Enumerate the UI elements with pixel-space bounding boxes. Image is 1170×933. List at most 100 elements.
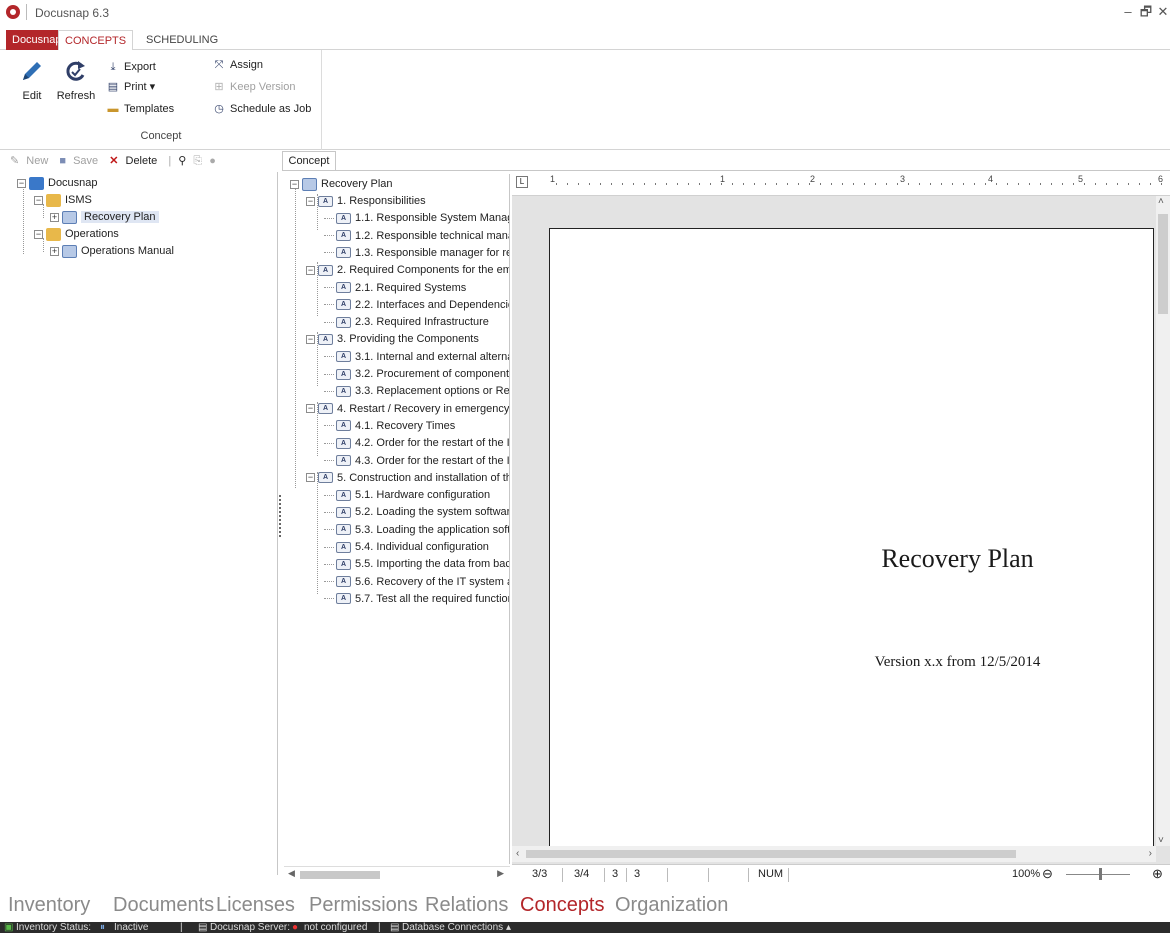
outline-root[interactable]: − Recovery Plan (290, 176, 393, 193)
assign-button[interactable]: ⤧ Assign (212, 56, 263, 74)
outline-horizontal-scrollbar[interactable]: ◀ ▶ (284, 866, 510, 882)
minimize-button[interactable]: – (1120, 4, 1136, 20)
refresh-button[interactable]: Refresh (56, 58, 96, 106)
section-text-icon: A (336, 230, 351, 242)
module-relations[interactable]: Relations (425, 894, 508, 917)
outline-subsection[interactable]: A 5.2. Loading the system software (324, 504, 509, 521)
edit-button[interactable]: Edit (12, 58, 52, 106)
find-doc-icon[interactable]: ⎘ (193, 155, 202, 167)
outline-subsection[interactable]: A 2.2. Interfaces and Dependencies (324, 297, 509, 314)
outline-subsection[interactable]: A 3.1. Internal and external alternativ (324, 349, 509, 366)
scroll-up-icon[interactable]: ˄ (1158, 196, 1164, 207)
inventory-status-value[interactable]: Inactive (114, 922, 148, 933)
tree-node-operations[interactable]: − Operations (34, 226, 119, 243)
scroll-right-icon[interactable]: › (1149, 848, 1152, 859)
scroll-down-icon[interactable]: ˅ (1158, 835, 1164, 846)
close-button[interactable]: ✕ (1155, 4, 1170, 20)
module-concepts[interactable]: Concepts (520, 894, 605, 917)
tree-node-operations-manual[interactable]: + Operations Manual (50, 243, 174, 260)
collapse-toggle[interactable]: − (34, 229, 43, 239)
outline-subsection[interactable]: A 5.5. Importing the data from backup (324, 556, 509, 573)
tree-node-recovery-plan[interactable]: + Recovery Plan (50, 209, 159, 226)
outline-subsection[interactable]: A 3.2. Procurement of components fo (324, 366, 509, 383)
document-horizontal-scrollbar[interactable]: ‹ › (512, 846, 1156, 862)
outline-subsection[interactable]: A 1.3. Responsible manager for reco (324, 245, 509, 262)
outline-subsection[interactable]: A 1.2. Responsible technical manage (324, 228, 509, 245)
restore-button[interactable]: 🗗 (1138, 4, 1154, 20)
keep-version-button[interactable]: ⊞ Keep Version (212, 78, 295, 96)
module-organization[interactable]: Organization (615, 894, 728, 917)
tree-node-isms[interactable]: − ISMS (34, 192, 92, 209)
delete-button[interactable]: ✕ Delete (109, 155, 161, 167)
outline-subsection[interactable]: A 4.2. Order for the restart of the IT s (324, 435, 509, 452)
splitter-handle[interactable] (279, 495, 281, 537)
save-button[interactable]: ■ Save (59, 155, 102, 167)
outline-item-label: 2.3. Required Infrastructure (355, 316, 489, 329)
ruler-number: 2 (810, 174, 816, 184)
outline-subsection[interactable]: A 4.3. Order for the restart of the IT s (324, 453, 509, 470)
info-icon[interactable]: ● (209, 155, 216, 167)
outline-subsection[interactable]: A 2.3. Required Infrastructure (324, 314, 489, 331)
scroll-thumb[interactable] (526, 850, 1016, 858)
document-page[interactable]: Recovery Plan Version x.x from 12/5/2014 (549, 228, 1154, 853)
outline-subsection[interactable]: A 2.1. Required Systems (324, 280, 466, 297)
collapse-toggle[interactable]: − (306, 404, 315, 414)
tab-concept[interactable]: Concept (282, 151, 336, 171)
tree-node-docusnap[interactable]: − Docusnap (17, 175, 98, 192)
tree-node-label: Operations (65, 228, 119, 240)
module-licenses[interactable]: Licenses (216, 894, 295, 917)
collapse-toggle[interactable]: − (17, 178, 26, 188)
collapse-toggle[interactable]: − (306, 265, 315, 275)
print-button[interactable]: ▤ Print ▾ (106, 78, 155, 96)
scroll-left-icon[interactable]: ‹ (516, 848, 519, 859)
outline-subsection[interactable]: A 5.6. Recovery of the IT system and (324, 574, 509, 591)
collapse-toggle[interactable]: − (306, 473, 315, 483)
collapse-toggle[interactable]: − (34, 195, 43, 205)
zoom-slider[interactable] (1066, 874, 1130, 875)
outline-section[interactable]: − A 5. Construction and installation of th… (306, 470, 509, 487)
module-inventory[interactable]: Inventory (8, 894, 90, 917)
export-button[interactable]: ⤓ Export (106, 58, 156, 76)
outline-section[interactable]: − A 1. Responsibilities (306, 193, 426, 210)
tab-stop-button[interactable]: L (516, 176, 528, 188)
scroll-thumb[interactable] (300, 871, 380, 879)
collapse-toggle[interactable]: − (306, 196, 315, 206)
tab-scheduling[interactable]: SCHEDULING (140, 30, 224, 50)
server-value[interactable]: not configured (304, 922, 367, 933)
outline-section[interactable]: − A 3. Providing the Components (306, 331, 479, 348)
outline-subsection[interactable]: A 5.4. Individual configuration (324, 539, 489, 556)
new-button[interactable]: ✎ New (10, 155, 52, 167)
zoom-in-icon[interactable]: ⊕ (1152, 866, 1163, 882)
collapse-toggle[interactable]: − (290, 179, 299, 189)
zoom-slider-thumb[interactable] (1099, 868, 1102, 880)
expand-toggle[interactable]: + (50, 246, 59, 256)
ruler-tick (1150, 183, 1151, 185)
tab-concepts[interactable]: CONCEPTS (58, 30, 134, 51)
outline-subsection[interactable]: A 3.3. Replacement options or Repla (324, 383, 509, 400)
database-connections[interactable]: Database Connections ▴ (402, 922, 511, 933)
module-permissions[interactable]: Permissions (309, 894, 418, 917)
scroll-right-icon[interactable]: ▶ (497, 868, 504, 879)
templates-button[interactable]: ▬ Templates (106, 100, 175, 118)
tree-connector (324, 304, 334, 306)
collapse-toggle[interactable]: − (306, 334, 315, 344)
outline-subsection[interactable]: A 5.3. Loading the application softwa (324, 522, 509, 539)
refresh-icon (66, 61, 85, 81)
scroll-thumb[interactable] (1158, 214, 1168, 314)
outline-subsection[interactable]: A 1.1. Responsible System Manager (324, 210, 509, 227)
outline-subsection[interactable]: A 5.1. Hardware configuration (324, 487, 490, 504)
outline-section[interactable]: − A 4. Restart / Recovery in emergency ar (306, 401, 509, 418)
zoom-out-icon[interactable]: ⊖ (1042, 866, 1053, 882)
module-documents[interactable]: Documents (113, 894, 214, 917)
search-icon[interactable]: ⚲ (178, 155, 186, 167)
ruler-tick (886, 183, 887, 185)
outline-subsection[interactable]: A 4.1. Recovery Times (324, 418, 455, 435)
document-vertical-scrollbar[interactable]: ˄ ˅ (1156, 196, 1170, 846)
expand-toggle[interactable]: + (50, 212, 59, 222)
tree-connector (324, 460, 334, 462)
outline-subsection[interactable]: A 5.7. Test all the required functional (324, 591, 509, 608)
scroll-left-icon[interactable]: ◀ (288, 868, 295, 879)
title-bar: Docusnap 6.3 – 🗗 ✕ (0, 0, 1170, 26)
outline-section[interactable]: − A 2. Required Components for the emer (306, 262, 509, 279)
schedule-as-job-button[interactable]: ◷ Schedule as Job (212, 100, 311, 118)
